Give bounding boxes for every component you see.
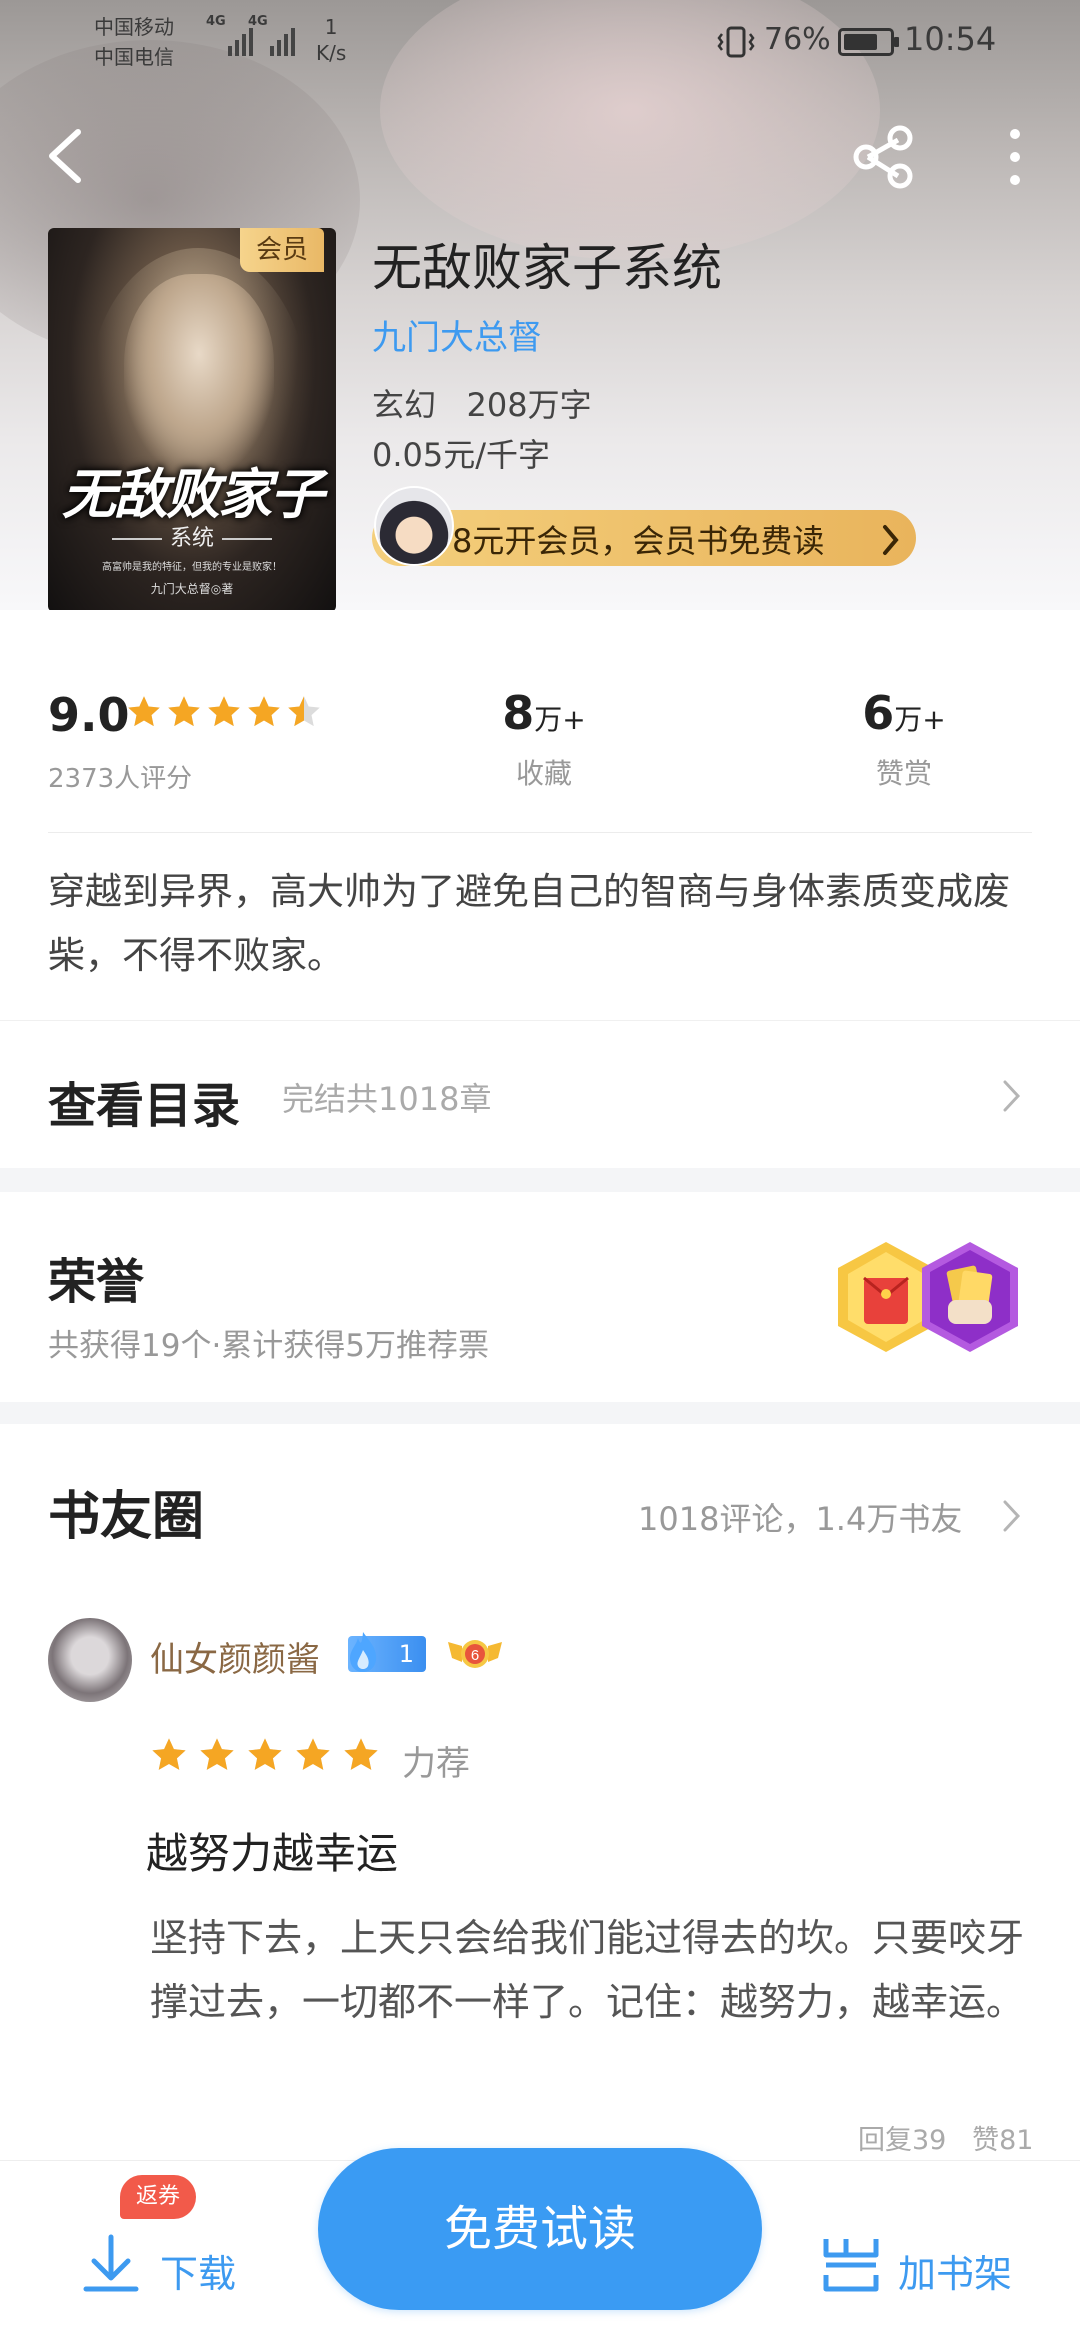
- toc-button[interactable]: 查看目录: [48, 1066, 240, 1136]
- rewards-label: 赞赏: [875, 757, 932, 790]
- download-button[interactable]: 下载: [160, 2243, 236, 2298]
- free-read-button[interactable]: 免费试读: [318, 2148, 762, 2310]
- vibrate-icon: [717, 26, 755, 58]
- comment-replies[interactable]: 回复39: [858, 2125, 946, 2156]
- member-level: 6: [471, 1647, 479, 1664]
- toc-chapter-count: 完结共1018章: [282, 1080, 492, 1118]
- cover-title: 无敌败家子: [62, 462, 324, 526]
- share-icon[interactable]: [846, 120, 920, 194]
- add-to-shelf-button[interactable]: 加书架: [898, 2243, 1012, 2298]
- carrier-names: 中国移动 中国电信: [94, 12, 174, 72]
- cover-subtitle: 系统: [48, 520, 336, 552]
- star-icon: [296, 1738, 330, 1770]
- book-info-card: 9.0 2373人评分 8万+ 收藏 6万+ 赞赏 穿越到异界，高大帅为了避免自…: [0, 610, 1080, 1168]
- rewards-unit: 万+: [894, 703, 946, 736]
- clock: 10:54: [904, 20, 997, 58]
- star-icon: [344, 1738, 378, 1770]
- promo-avatar: [374, 486, 454, 566]
- cash-medal-icon: [922, 1242, 1018, 1352]
- book-circle-card: 书友圈 1018评论，1.4万书友 仙女颜颜酱 1 6 力荐 越努力越幸运 坚持…: [0, 1424, 1080, 2164]
- comment-recommend: 力荐: [402, 1744, 470, 1784]
- coupon-badge: 返券: [120, 2175, 196, 2219]
- star-icon: [248, 1738, 282, 1770]
- star-icon: [128, 696, 160, 727]
- rating-score: 9.0: [48, 688, 130, 742]
- star-icon: [208, 696, 240, 727]
- book-meta: 玄幻 208万字: [372, 380, 592, 426]
- book-cover[interactable]: 无敌败家子 系统 高富帅是我的特征，但我的专业是败家！ 九门大总督◎著: [48, 228, 336, 612]
- book-title: 无敌败家子系统: [372, 239, 722, 297]
- favorites-label: 收藏: [515, 757, 572, 790]
- honor-title: 荣誉: [48, 1254, 145, 1310]
- comment-footer: 回复39 赞81: [858, 2118, 1033, 2157]
- promo-text: 8元开会员，会员书免费读: [452, 522, 825, 560]
- carrier-1: 中国移动: [94, 15, 174, 39]
- back-arrow-icon[interactable]: [36, 120, 96, 190]
- comment-stars: [150, 1736, 380, 1774]
- honor-card[interactable]: 荣誉 共获得19个·累计获得5万推荐票: [0, 1192, 1080, 1402]
- star-icon: [168, 696, 200, 727]
- book-price: 0.05元/千字: [372, 436, 551, 474]
- book-genre: 玄幻: [372, 386, 437, 424]
- download-icon[interactable]: [80, 2231, 142, 2301]
- book-author[interactable]: 九门大总督: [372, 310, 542, 359]
- book-words: 208万字: [466, 386, 592, 424]
- signal-2-icon: [248, 22, 295, 56]
- rewards-stat: 6万+ 赞赏: [856, 686, 952, 792]
- synopsis[interactable]: 穿越到异界，高大帅为了避免自己的智商与身体素质变成废柴，不得不败家。: [48, 860, 1038, 988]
- circle-meta[interactable]: 1018评论，1.4万书友: [638, 1494, 962, 1540]
- favorites-unit: 万+: [534, 703, 586, 736]
- rating-stars: [126, 694, 322, 730]
- comment-username[interactable]: 仙女颜颜酱: [150, 1632, 320, 1681]
- circle-title: 书友圈: [48, 1486, 205, 1547]
- star-icon: [288, 696, 320, 727]
- signal-1-icon: [206, 22, 253, 56]
- star-icon: [200, 1738, 234, 1770]
- comment-body[interactable]: 坚持下去，上天只会给我们能过得去的坎。只要咬牙撑过去，一切都不一样了。记住：越努…: [150, 1906, 1050, 2034]
- more-vertical-icon[interactable]: [990, 120, 1040, 194]
- flame-icon: [350, 1632, 377, 1672]
- comment-likes[interactable]: 赞81: [972, 2125, 1033, 2156]
- chevron-right-icon[interactable]: [1002, 1078, 1022, 1114]
- comment-headline[interactable]: 越努力越幸运: [146, 1820, 398, 1881]
- divider: [48, 832, 1032, 833]
- medal-icon: 6: [448, 1640, 502, 1668]
- divider: [0, 1020, 1080, 1021]
- battery-icon: [838, 28, 899, 56]
- favorites-num: 8: [502, 686, 535, 740]
- bookshelf-icon[interactable]: [818, 2233, 884, 2295]
- net-speed: 1 K/s: [316, 15, 347, 65]
- status-bar: 中国移动 中国电信 4G 4G 1 K/s 76% 10:54: [0, 0, 1080, 84]
- favorites-stat: 8万+ 收藏: [496, 686, 592, 792]
- rating-count: 2373人评分: [48, 764, 193, 794]
- chevron-right-icon[interactable]: [1002, 1498, 1022, 1534]
- battery-percent: 76%: [764, 22, 831, 57]
- avatar[interactable]: [48, 1618, 132, 1702]
- vip-badge: 会员: [240, 228, 324, 272]
- chevron-right-icon: [883, 525, 899, 555]
- rewards-num: 6: [862, 686, 895, 740]
- star-icon: [152, 1738, 186, 1770]
- cover-tagline: 高富帅是我的特征，但我的专业是败家！: [102, 562, 282, 573]
- carrier-2: 中国电信: [94, 45, 174, 69]
- cover-author: 九门大总督◎著: [150, 582, 234, 596]
- star-icon: [248, 696, 280, 727]
- honor-summary: 共获得19个·累计获得5万推荐票: [48, 1328, 490, 1364]
